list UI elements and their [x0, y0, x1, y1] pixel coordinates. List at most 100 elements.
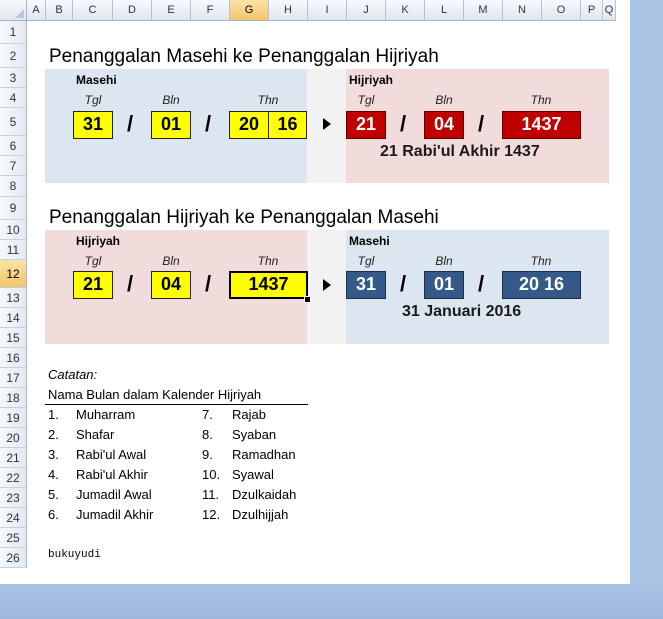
masehi-century-input[interactable]: 20: [229, 111, 269, 139]
masehi-year-input[interactable]: 16: [268, 111, 307, 139]
credit-text: bukuyudi: [48, 549, 101, 561]
month-name: Rabi'ul Awal: [76, 447, 147, 462]
column-header-a[interactable]: A: [27, 0, 46, 21]
section2-right-label: Masehi: [349, 234, 390, 248]
row-header-8[interactable]: 8: [0, 176, 27, 197]
hijriyah-day-input[interactable]: 21: [73, 271, 113, 299]
column-header-o[interactable]: O: [542, 0, 581, 21]
row-header-24[interactable]: 24: [0, 508, 27, 528]
column-header-e[interactable]: E: [152, 0, 191, 21]
month-number: 9.: [202, 447, 213, 462]
row-header-23[interactable]: 23: [0, 488, 27, 508]
row-header-16[interactable]: 16: [0, 348, 27, 368]
date-separator: /: [127, 271, 134, 296]
sub-bln: Bln: [435, 254, 453, 268]
column-header-j[interactable]: J: [347, 0, 386, 21]
month-number: 4.: [48, 467, 59, 482]
masehi-day-input[interactable]: 31: [73, 111, 113, 139]
arrow-right-icon: [323, 279, 331, 291]
sub-thn: Thn: [530, 254, 552, 268]
month-name: Shafar: [76, 427, 115, 442]
month-number: 3.: [48, 447, 59, 462]
row-header-5[interactable]: 5: [0, 108, 27, 136]
worksheet[interactable]: ABCDEFGHIJKLMNOPQ 1 2 3 4 5 6 7 8 9 10 11 12 13 14 15 1…: [0, 0, 630, 584]
month-name: Dzulhijjah: [232, 507, 289, 522]
column-header-q[interactable]: Q: [603, 0, 616, 21]
hijriyah-day-output: 21: [346, 111, 386, 139]
sub-bln: Bln: [162, 254, 180, 268]
sub-tgl: Tgl: [357, 254, 375, 268]
row-header-2[interactable]: 2: [0, 44, 27, 68]
month-name: Rabi'ul Akhir: [76, 467, 148, 482]
month-number: 12.: [202, 507, 221, 522]
sub-tgl: Tgl: [357, 93, 375, 107]
window-background-bottom: [0, 584, 663, 619]
row-header-4[interactable]: 4: [0, 88, 27, 108]
sub-thn: Thn: [530, 93, 552, 107]
date-separator: /: [205, 111, 212, 136]
notes-subheading: Nama Bulan dalam Kalender Hijriyah: [48, 387, 262, 402]
column-header-k[interactable]: K: [386, 0, 425, 21]
row-header-20[interactable]: 20: [0, 428, 27, 448]
month-number: 6.: [48, 507, 59, 522]
section2-title: Penanggalan Hijriyah ke Penanggalan Mase…: [49, 207, 439, 228]
hijriyah-year-input-selected-cell[interactable]: 1437: [229, 271, 308, 299]
row-header-7[interactable]: 7: [0, 156, 27, 176]
row-header-14[interactable]: 14: [0, 308, 27, 328]
column-header-f[interactable]: F: [191, 0, 230, 21]
column-header-n[interactable]: N: [503, 0, 542, 21]
sub-thn: Thn: [257, 93, 279, 107]
month-name: Dzulkaidah: [232, 487, 297, 502]
column-header-i[interactable]: I: [308, 0, 347, 21]
row-header-15[interactable]: 15: [0, 328, 27, 348]
sub-bln: Bln: [435, 93, 453, 107]
month-number: 7.: [202, 407, 213, 422]
month-name: Jumadil Akhir: [76, 507, 154, 522]
row-header-25[interactable]: 25: [0, 528, 27, 548]
month-number: 1.: [48, 407, 59, 422]
date-separator: /: [205, 271, 212, 296]
row-header-21[interactable]: 21: [0, 448, 27, 468]
column-header-m[interactable]: M: [464, 0, 503, 21]
row-header-9[interactable]: 9: [0, 197, 27, 220]
sub-thn: Thn: [257, 254, 279, 268]
masehi-day-output: 31: [346, 271, 386, 299]
column-header-p[interactable]: P: [581, 0, 603, 21]
column-header-d[interactable]: D: [113, 0, 152, 21]
hijriyah-result-text: 21 Rabi'ul Akhir 1437: [380, 143, 540, 160]
row-header-13[interactable]: 13: [0, 288, 27, 308]
section1-title: Penanggalan Masehi ke Penanggalan Hijriy…: [49, 46, 439, 67]
masehi-month-output: 01: [424, 271, 464, 299]
hijriyah-month-input[interactable]: 04: [151, 271, 191, 299]
arrow-right-icon: [323, 118, 331, 130]
column-header-b[interactable]: B: [46, 0, 73, 21]
column-header-g[interactable]: G: [230, 0, 269, 21]
row-header-3[interactable]: 3: [0, 68, 27, 88]
row-header-1[interactable]: 1: [0, 21, 27, 44]
row-header-10[interactable]: 10: [0, 220, 27, 240]
hijriyah-year-output: 1437: [502, 111, 581, 139]
select-all-corner[interactable]: [0, 0, 27, 21]
row-header-26[interactable]: 26: [0, 548, 27, 568]
column-header-l[interactable]: L: [425, 0, 464, 21]
masehi-month-input[interactable]: 01: [151, 111, 191, 139]
date-separator: /: [127, 111, 134, 136]
month-name: Muharram: [76, 407, 136, 422]
row-header-19[interactable]: 19: [0, 408, 27, 428]
row-header-22[interactable]: 22: [0, 468, 27, 488]
masehi-result-text: 31 Januari 2016: [402, 303, 522, 320]
month-number: 2.: [48, 427, 59, 442]
row-header-11[interactable]: 11: [0, 240, 27, 260]
column-header-h[interactable]: H: [269, 0, 308, 21]
row-header-6[interactable]: 6: [0, 136, 27, 156]
row-header-17[interactable]: 17: [0, 368, 27, 388]
date-separator: /: [478, 111, 485, 136]
fill-handle[interactable]: [304, 296, 311, 303]
section1-right-label: Hijriyah: [349, 73, 394, 87]
row-header-12[interactable]: 12: [0, 260, 27, 288]
column-header-c[interactable]: C: [73, 0, 113, 21]
section2-left-label: Hijriyah: [76, 234, 121, 248]
date-separator: /: [400, 111, 407, 136]
masehi-year-output: 20 16: [502, 271, 581, 299]
row-header-18[interactable]: 18: [0, 388, 27, 408]
